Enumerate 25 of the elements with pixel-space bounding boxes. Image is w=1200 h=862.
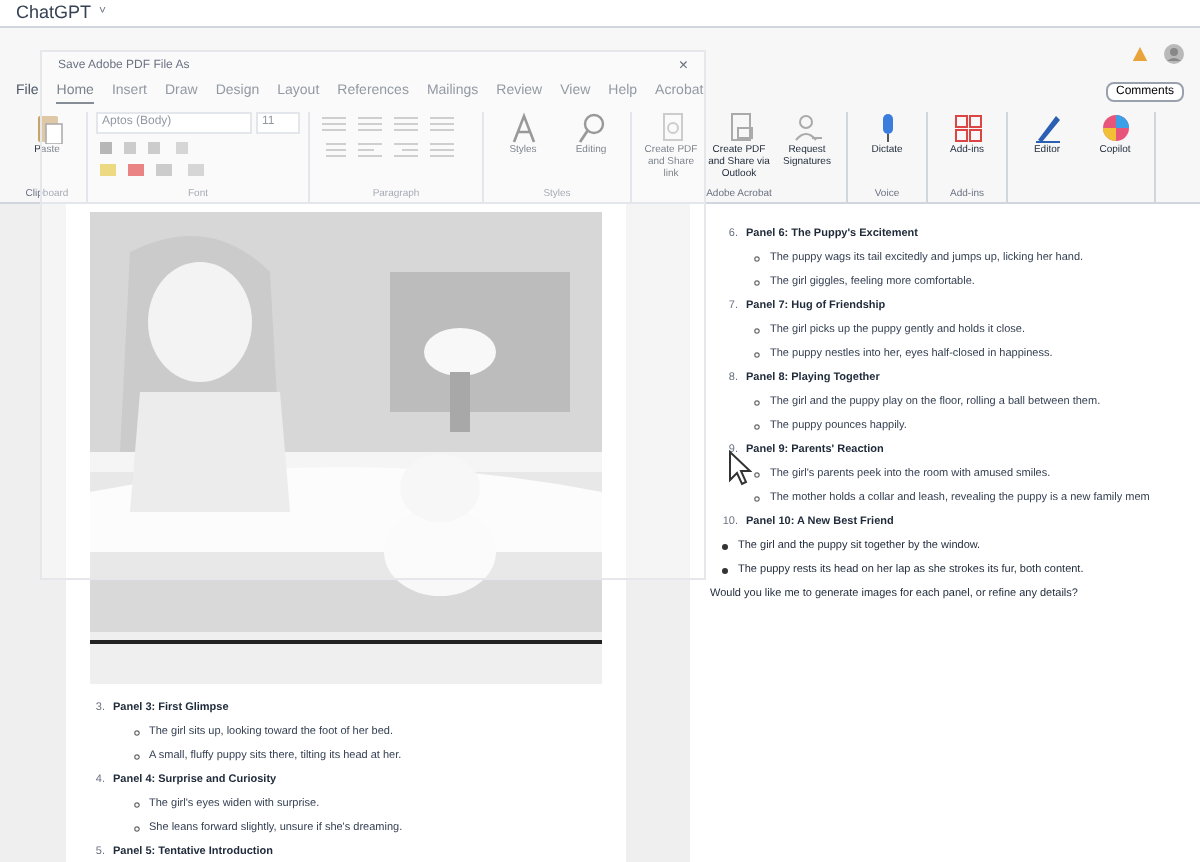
- bullet-icon: [722, 568, 728, 574]
- bullet-icon: [754, 424, 760, 430]
- bullet-icon: [133, 801, 139, 807]
- styles-icon: [507, 112, 539, 144]
- bullet-icon: [133, 729, 139, 735]
- swirl-icon: [1099, 112, 1131, 144]
- bullet-icon: [722, 544, 728, 550]
- pen-icon: [1031, 112, 1063, 144]
- grid-icon: [951, 112, 983, 144]
- magnifier-icon: [575, 112, 607, 144]
- bullet-icon: [754, 472, 760, 478]
- bullet-icon: [754, 280, 760, 286]
- person-icon: [791, 112, 823, 144]
- bullet-icon: [133, 825, 139, 831]
- bullet-icon: [133, 753, 139, 759]
- bullet-icon: [754, 400, 760, 406]
- app-title: ChatGPT: [16, 0, 92, 26]
- avatar-icon[interactable]: [1164, 44, 1184, 64]
- bullet-icon: [754, 256, 760, 262]
- warning-icon: [1132, 46, 1148, 62]
- close-button[interactable]: ×: [678, 54, 688, 78]
- mouse-cursor-icon: [728, 450, 752, 486]
- bullet-icon: [754, 496, 760, 502]
- bullet-icon: [754, 328, 760, 334]
- bullet-icon: [754, 352, 760, 358]
